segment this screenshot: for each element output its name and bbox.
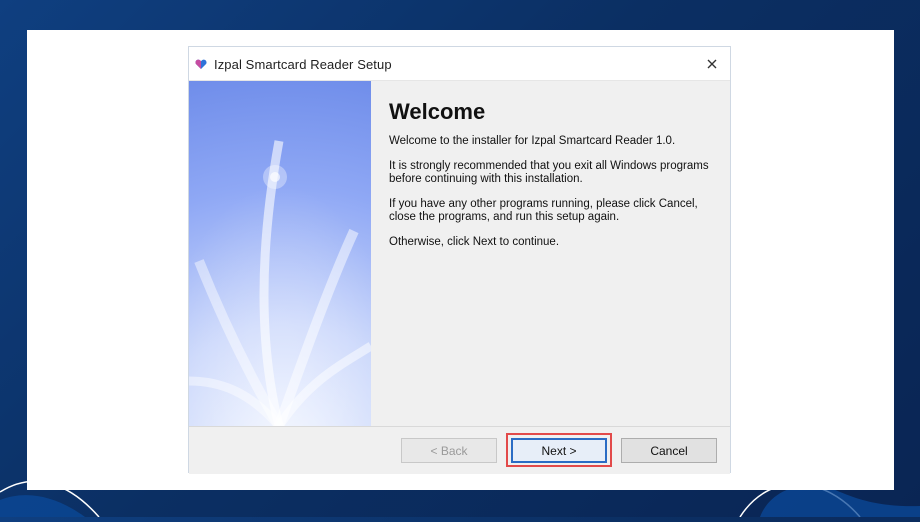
close-button[interactable] <box>698 50 726 78</box>
light-rays-graphic <box>189 81 371 426</box>
heart-icon <box>195 57 207 69</box>
installer-side-graphic <box>189 81 371 426</box>
welcome-content: Welcome Welcome to the installer for Izp… <box>389 99 719 261</box>
welcome-heading: Welcome <box>389 99 486 124</box>
welcome-paragraph-3: If you have any other programs running, … <box>389 198 698 223</box>
cancel-button[interactable]: Cancel <box>621 438 717 463</box>
welcome-paragraph-4: Otherwise, click Next to continue. <box>389 236 560 248</box>
next-button[interactable]: Next > <box>511 438 607 463</box>
welcome-paragraph-2: It is strongly recommended that you exit… <box>389 160 709 185</box>
close-icon <box>707 59 717 69</box>
back-button[interactable]: < Back <box>401 438 497 463</box>
window-title: Izpal Smartcard Reader Setup <box>214 57 392 72</box>
wizard-button-bar: < Back Next > Cancel <box>189 426 730 474</box>
setup-window: Izpal Smartcard Reader Setup Welcome Wel… <box>188 46 731 474</box>
title-bar: Izpal Smartcard Reader Setup <box>189 47 730 81</box>
welcome-paragraph-1: Welcome to the installer for Izpal Smart… <box>389 135 676 147</box>
